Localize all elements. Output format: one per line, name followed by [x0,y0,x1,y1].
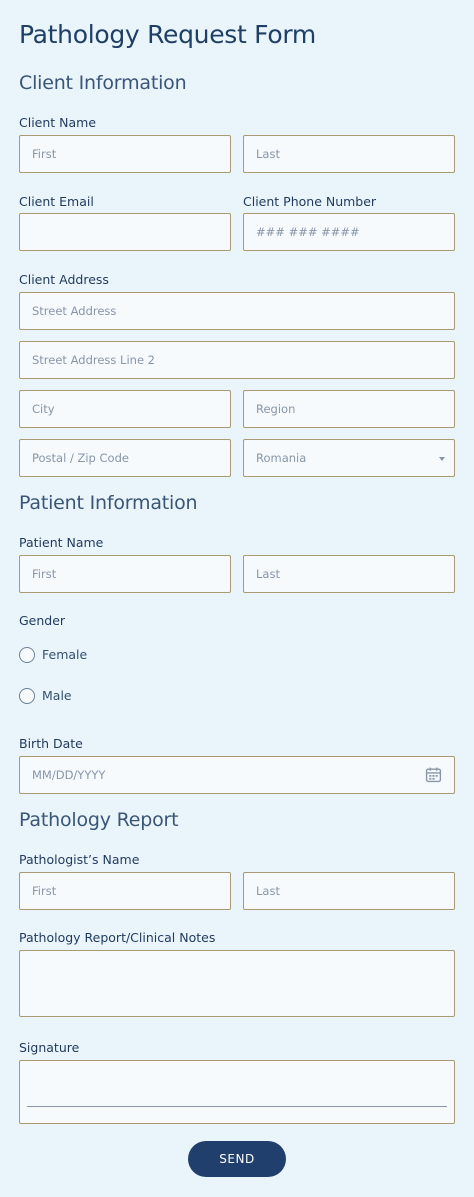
patient-last-name-input[interactable]: Last [243,555,455,593]
client-address-label: Client Address [19,272,109,287]
section-title-report: Pathology Report [19,809,179,831]
signature-label: Signature [19,1040,80,1055]
gender-male-label[interactable]: Male [42,688,72,703]
client-first-name-input[interactable]: First [19,135,231,173]
client-phone-input[interactable]: ### ### #### [243,213,455,251]
client-last-name-input[interactable]: Last [243,135,455,173]
calendar-icon[interactable] [425,766,442,783]
chevron-down-icon [439,457,445,461]
client-phone-label: Client Phone Number [243,194,377,209]
client-email-label: Client Email [19,194,94,209]
birth-date-placeholder: MM/DD/YYYY [32,768,106,782]
gender-female-label[interactable]: Female [42,647,87,662]
page-title: Pathology Request Form [19,20,316,49]
postal-code-input[interactable]: Postal / Zip Code [19,439,231,477]
region-input[interactable]: Region [243,390,455,428]
client-name-label: Client Name [19,115,97,130]
client-email-input[interactable] [19,213,231,251]
pathologist-last-name-input[interactable]: Last [243,872,455,910]
signature-pad[interactable] [19,1060,455,1124]
city-input[interactable]: City [19,390,231,428]
pathologist-name-label: Pathologist’s Name [19,852,140,867]
clinical-notes-label: Pathology Report/Clinical Notes [19,930,216,945]
street-address-input[interactable]: Street Address [19,292,455,330]
birth-date-input[interactable]: MM/DD/YYYY [19,756,455,794]
birth-date-label: Birth Date [19,736,83,751]
gender-female-radio[interactable] [19,647,35,663]
country-select[interactable]: Romania [243,439,455,477]
signature-line [27,1106,447,1107]
patient-name-label: Patient Name [19,535,104,550]
pathologist-first-name-input[interactable]: First [19,872,231,910]
gender-male-radio[interactable] [19,688,35,704]
section-title-patient: Patient Information [19,492,198,514]
send-button[interactable]: SEND [188,1141,286,1177]
gender-label: Gender [19,613,66,628]
clinical-notes-textarea[interactable] [19,950,455,1017]
street-address-line2-input[interactable]: Street Address Line 2 [19,341,455,379]
patient-first-name-input[interactable]: First [19,555,231,593]
section-title-client: Client Information [19,72,187,94]
country-selected-value: Romania [256,451,307,465]
